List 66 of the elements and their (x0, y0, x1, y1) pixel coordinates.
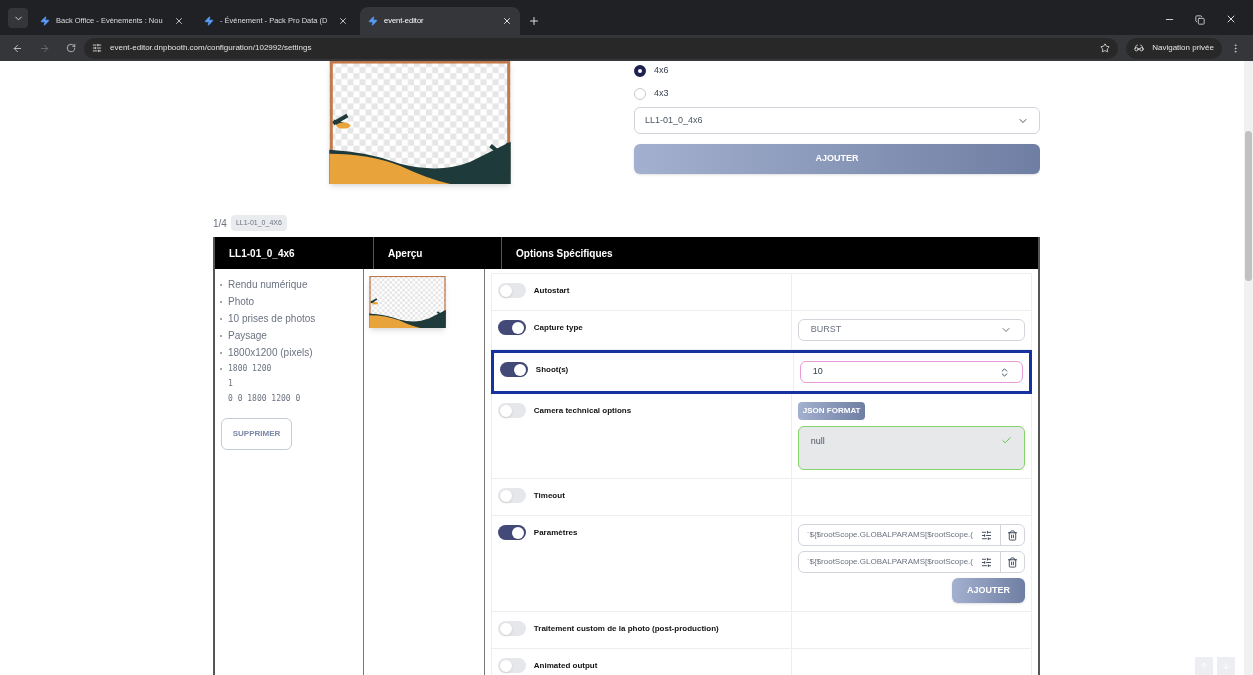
option-label: Animated output (533, 660, 598, 672)
tab-search-button[interactable] (8, 8, 28, 28)
option-label: Capture type (533, 322, 583, 334)
radio-button[interactable] (634, 64, 646, 77)
reload-icon[interactable] (66, 43, 76, 53)
capture-type-select[interactable]: BURST (797, 319, 1025, 341)
option-label: Paramètres (533, 527, 578, 539)
option-label: Camera technical options (533, 405, 632, 417)
detail-text: Photo (228, 295, 255, 309)
toggle-switch[interactable] (497, 320, 526, 335)
page-position: 1/4 (213, 216, 227, 231)
detail-text: Rendu numérique (228, 278, 308, 292)
parameter-value: `${$rootScope.GLOBALPARAMS[$rootScope.( (805, 529, 973, 541)
back-icon[interactable] (12, 42, 23, 54)
column-header: Options Spécifiques (516, 246, 613, 261)
option-label: Shoot(s) (535, 364, 569, 376)
json-format-badge: JSON FORMAT (797, 402, 866, 420)
dimension-text: 1800 1200 (228, 362, 272, 375)
new-tab-icon[interactable] (528, 15, 540, 27)
check-icon (1001, 435, 1012, 446)
parameter-field[interactable]: `${$rootScope.GLOBALPARAMS[$rootScope.( (797, 524, 1025, 546)
star-icon[interactable] (1100, 43, 1111, 53)
url-text: event-editor.dnpbooth.com/configuration/102992/settings (110, 42, 313, 54)
detail-text: 10 prises de photos (228, 312, 316, 326)
lightning-icon (40, 16, 50, 26)
detail-text: Paysage (228, 329, 267, 343)
close-icon[interactable] (338, 16, 348, 26)
incognito-icon (1134, 43, 1145, 53)
option-label: Traitement custom de la photo (post-production) (533, 623, 719, 635)
toggle-switch[interactable] (497, 488, 526, 503)
radio-label: 4x3 (654, 86, 669, 100)
close-icon[interactable] (502, 16, 512, 26)
close-icon[interactable] (174, 16, 184, 26)
sliders-icon[interactable] (981, 529, 992, 541)
private-mode-chip[interactable]: Navigation privée (1126, 37, 1222, 59)
dimension-text: 1 (228, 377, 233, 390)
json-text-area[interactable]: null (797, 426, 1025, 470)
close-window-icon[interactable] (1225, 13, 1237, 25)
radio-label: 4x6 (654, 63, 669, 77)
site-settings-icon[interactable] (92, 43, 102, 53)
toggle-switch[interactable] (497, 283, 526, 298)
column-header: LL1-01_0_4x6 (229, 246, 295, 261)
delete-button[interactable]: SUPPRIMER (221, 418, 292, 450)
detail-text: 1800x1200 (pixels) (228, 346, 313, 360)
lightning-icon (204, 16, 214, 26)
parameter-value: `${$rootScope.GLOBALPARAMS[$rootScope.( (805, 556, 973, 568)
restore-icon[interactable] (1195, 15, 1205, 25)
toggle-switch[interactable] (497, 403, 526, 418)
toggle-switch[interactable] (499, 362, 528, 377)
sliders-icon[interactable] (981, 556, 992, 568)
option-label: Timeout (533, 490, 565, 502)
lightning-icon (368, 16, 378, 26)
template-select[interactable]: LL1-01_0_4x6 (634, 107, 1040, 134)
scrollbar[interactable] (1244, 61, 1253, 675)
column-header: Aperçu (388, 246, 423, 261)
number-input-field[interactable]: 10 (799, 361, 1023, 383)
address-bar[interactable]: event-editor.dnpbooth.com/configuration/102992/settings (84, 37, 1119, 59)
parameter-field[interactable]: `${$rootScope.GLOBALPARAMS[$rootScope.( (797, 551, 1025, 573)
trash-icon[interactable] (1007, 556, 1018, 568)
toggle-switch[interactable] (497, 658, 526, 673)
dimension-text: 0 0 1800 1200 0 (228, 392, 301, 405)
option-label: Autostart (533, 285, 570, 297)
toggle-switch[interactable] (497, 525, 526, 540)
toggle-switch[interactable] (497, 621, 526, 636)
stepper-icon (999, 366, 1010, 378)
trash-icon[interactable] (1007, 529, 1018, 541)
